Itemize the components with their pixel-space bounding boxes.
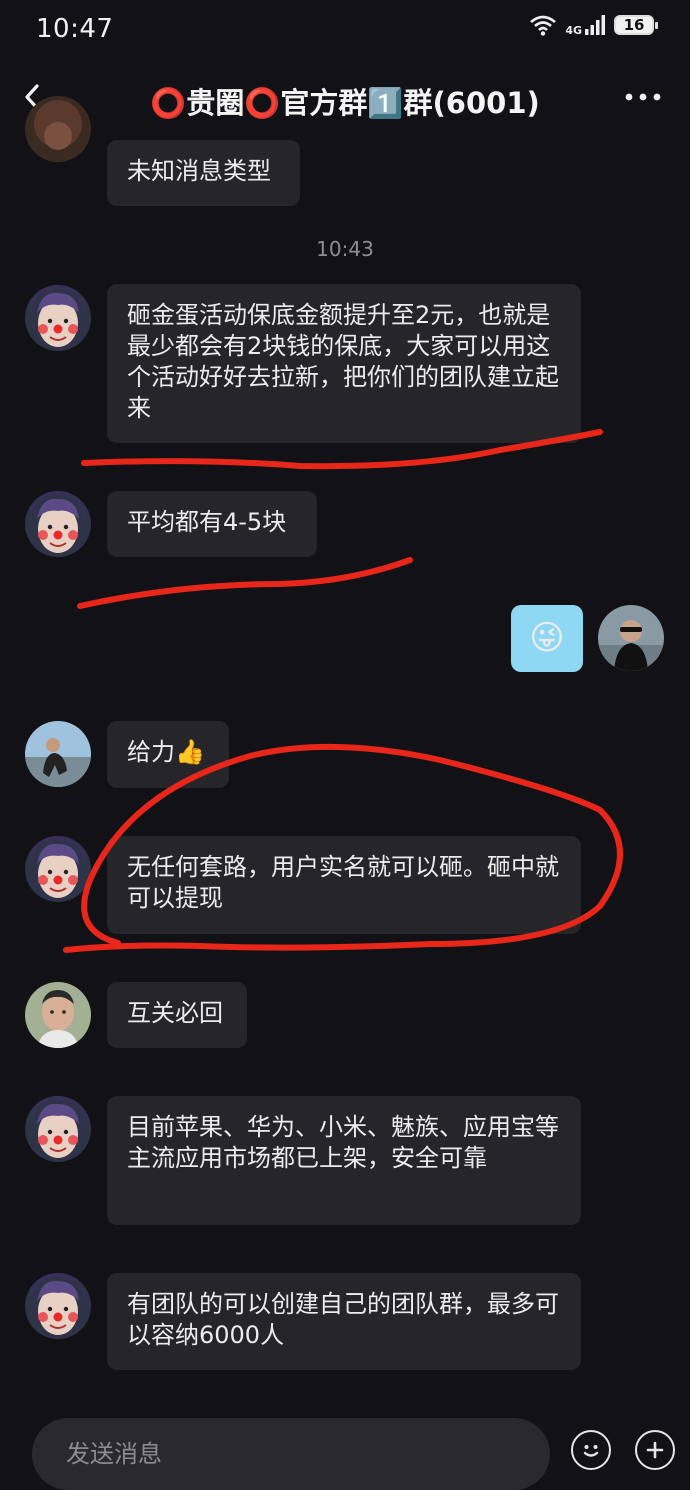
- status-bar: 10:47 4G 16: [0, 0, 690, 58]
- emoji-button[interactable]: [571, 1430, 611, 1470]
- battery-level: 16: [623, 16, 645, 34]
- message-bubble[interactable]: 无任何套路，用户实名就可以砸。砸中就可以提现: [107, 836, 581, 934]
- avatar[interactable]: [25, 721, 91, 787]
- message-bubble[interactable]: 平均都有4-5块: [107, 491, 317, 557]
- status-time: 10:47: [36, 14, 114, 44]
- message-text: 有团队的可以创建自己的团队群，最多可以容纳6000人: [127, 1290, 559, 1349]
- status-icons: 4G 16: [529, 14, 658, 37]
- message-bubble[interactable]: 给力👍: [107, 721, 229, 788]
- signal-icon: [585, 15, 605, 35]
- avatar[interactable]: [25, 491, 91, 557]
- battery-icon: 16: [614, 15, 658, 35]
- group-title: ⭕贵圈⭕官方群1️⃣群(6001): [150, 86, 540, 120]
- sent-sticker-bubble[interactable]: 😜: [511, 605, 583, 672]
- message-text: 目前苹果、华为、小米、魅族、应用宝等主流应用市场都已上架，安全可靠: [127, 1113, 559, 1172]
- add-button[interactable]: [635, 1430, 675, 1470]
- plus-icon: [646, 1441, 664, 1459]
- message-bubble[interactable]: 砸金蛋活动保底金额提升至2元，也就是最少都会有2块钱的保底，大家可以用这个活动好…: [107, 284, 581, 443]
- message-text: 互关必回: [127, 999, 223, 1027]
- more-options-icon[interactable]: [624, 82, 662, 112]
- network-type: 4G: [565, 24, 582, 37]
- message-bubble[interactable]: 互关必回: [107, 982, 247, 1048]
- message-bubble[interactable]: 目前苹果、华为、小米、魅族、应用宝等主流应用市场都已上架，安全可靠: [107, 1096, 581, 1225]
- smiley-icon: [583, 1445, 599, 1457]
- avatar[interactable]: [25, 1273, 91, 1339]
- message-bubble[interactable]: 未知消息类型: [107, 140, 300, 206]
- red-annotation-marks: [63, 429, 623, 953]
- chat-header: ⭕贵圈⭕官方群1️⃣群(6001): [0, 62, 690, 136]
- message-text: 未知消息类型: [127, 157, 271, 185]
- underline-2: [77, 557, 413, 609]
- avatar[interactable]: [25, 982, 91, 1048]
- message-text: 平均都有4-5块: [127, 508, 287, 536]
- self-avatar[interactable]: [598, 605, 664, 671]
- message-text: 砸金蛋活动保底金额提升至2元，也就是最少都会有2块钱的保底，大家可以用这个活动好…: [127, 301, 559, 422]
- message-timestamp: 10:43: [316, 237, 374, 261]
- message-text: 给力👍: [127, 738, 205, 766]
- avatar[interactable]: [25, 285, 91, 351]
- message-text: 无任何套路，用户实名就可以砸。砸中就可以提现: [127, 853, 559, 912]
- avatar[interactable]: [25, 836, 91, 902]
- message-bubble[interactable]: 有团队的可以创建自己的团队群，最多可以容纳6000人: [107, 1273, 581, 1370]
- avatar[interactable]: [25, 1096, 91, 1162]
- message-input[interactable]: [32, 1418, 550, 1490]
- message-input-bar: [0, 1410, 690, 1490]
- wifi-icon: [530, 15, 557, 36]
- sticker-emoji: 😜: [529, 618, 565, 658]
- avatar[interactable]: [25, 96, 91, 162]
